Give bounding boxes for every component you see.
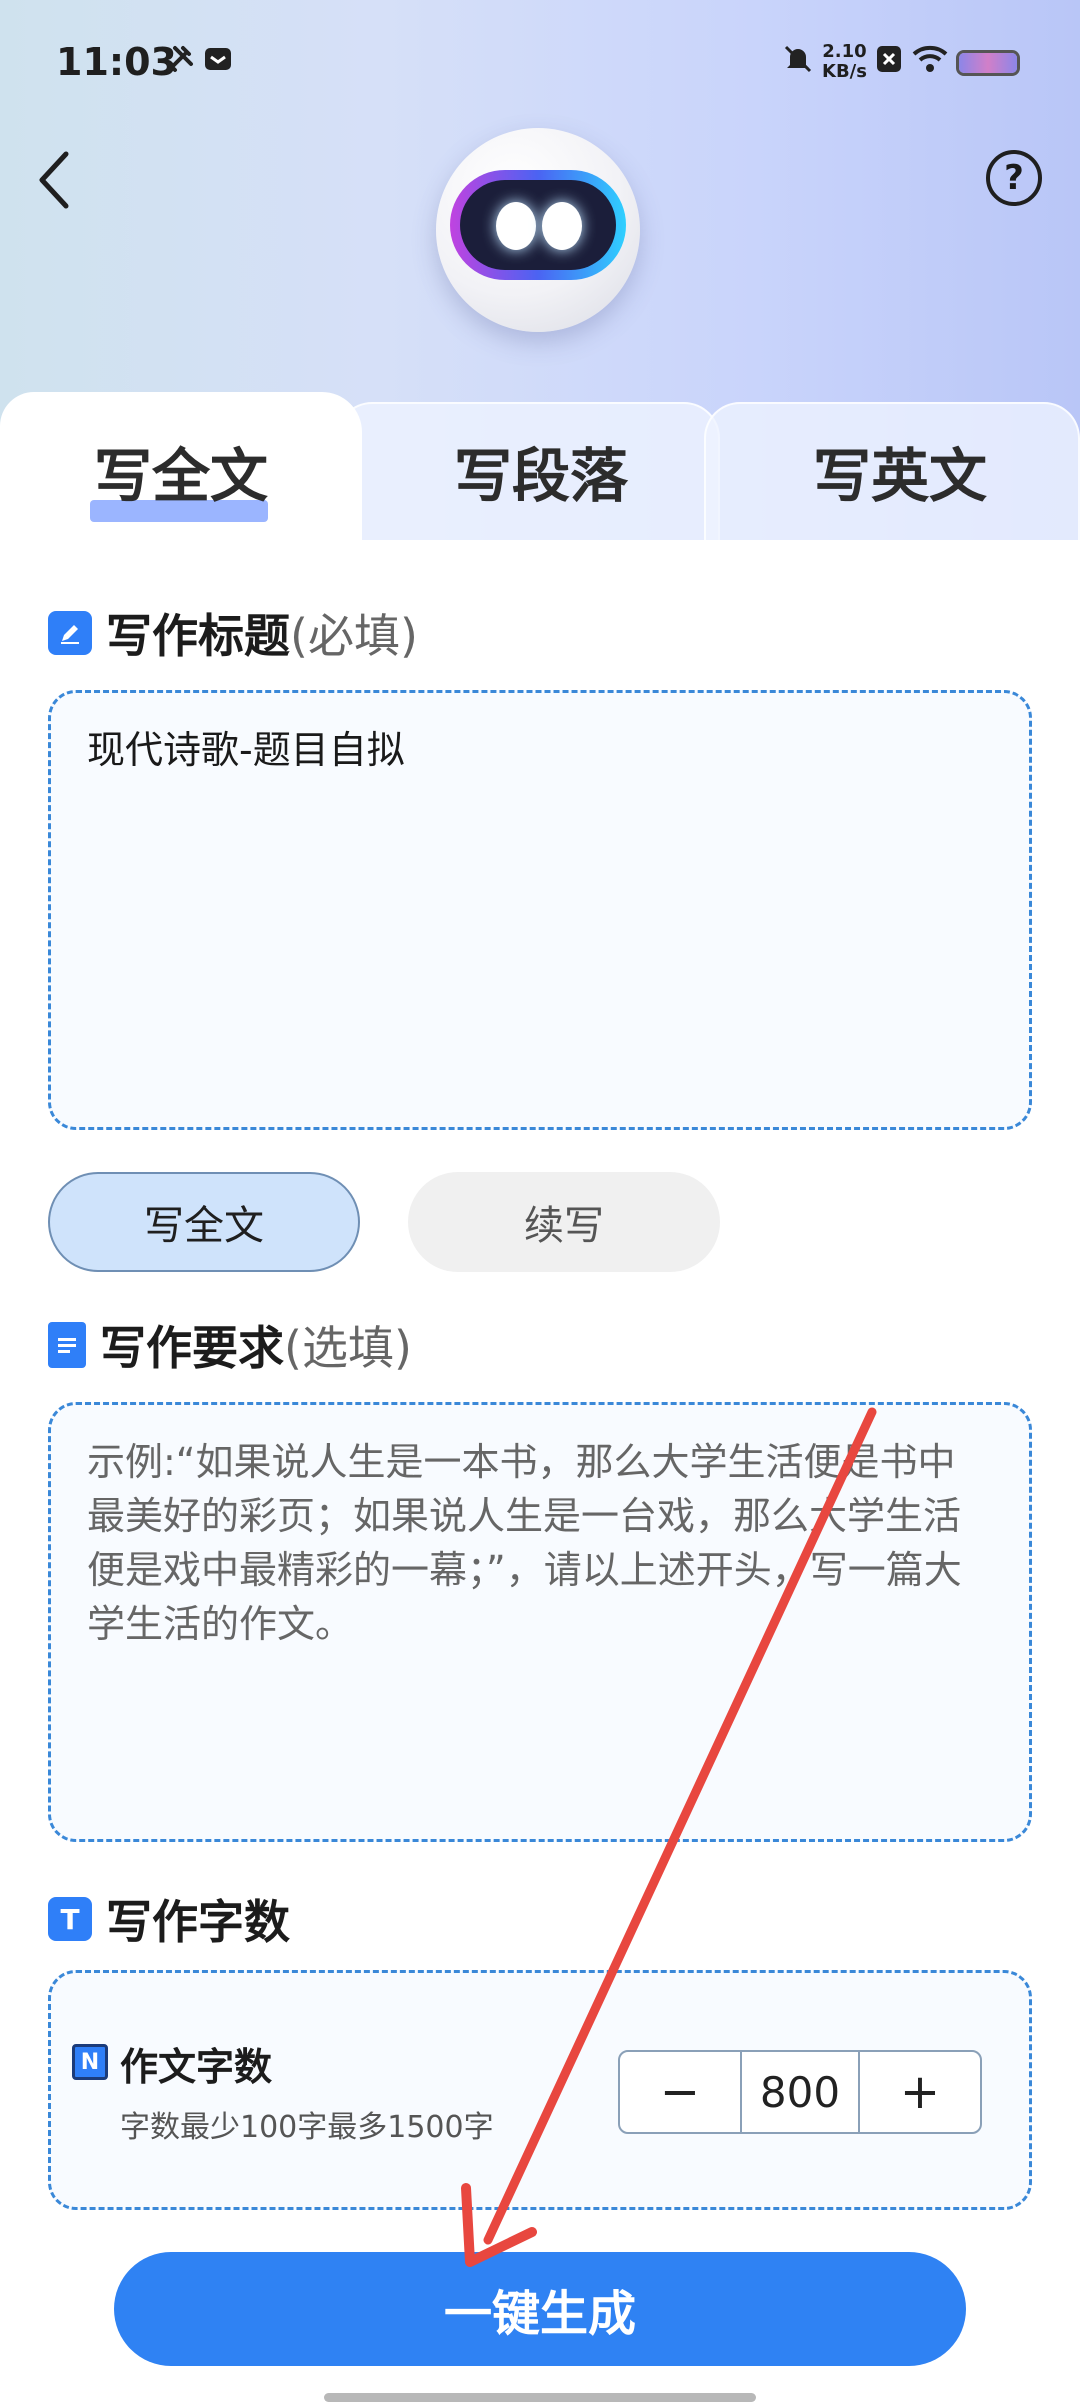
title-input[interactable]: 现代诗歌-题目自拟 <box>48 690 1032 1130</box>
title-section-hint: (必填) <box>290 609 418 663</box>
requirement-section-label: 写作要求 <box>100 1321 284 1375</box>
requirement-input[interactable]: 示例:“如果说人生是一本书，那么大学生活便是书中最美好的彩页；如果说人生是一台戏… <box>48 1402 1032 1842</box>
wifi-icon <box>910 40 950 78</box>
title-section-label: 写作标题 <box>106 609 290 663</box>
mail-icon <box>198 40 238 78</box>
robot-avatar <box>436 128 640 332</box>
decrement-button[interactable]: − <box>620 2052 740 2132</box>
tab-write-english[interactable]: 写英文 <box>720 400 1080 542</box>
battery-icon <box>956 50 1020 76</box>
robot-eye-left <box>496 202 536 250</box>
tab-label: 写英文 <box>812 442 987 510</box>
tools-icon <box>160 40 200 78</box>
requirement-section-hint: (选填) <box>284 1321 412 1375</box>
x-icon <box>872 40 906 78</box>
requirement-placeholder: 示例:“如果说人生是一本书，那么大学生活便是书中最美好的彩页；如果说人生是一台戏… <box>87 1440 962 1646</box>
generate-button-label: 一键生成 <box>443 2286 636 2342</box>
document-icon <box>48 1322 86 1368</box>
increment-button[interactable]: + <box>860 2052 980 2132</box>
mode-button-label: 续写 <box>524 1203 604 1249</box>
network-rate-value: 2.10 <box>822 41 867 62</box>
mode-continue-button[interactable]: 续写 <box>408 1172 720 1272</box>
mode-write-full-button[interactable]: 写全文 <box>48 1172 360 1272</box>
requirement-section-heading: 写作要求 (选填) <box>48 1312 412 1378</box>
word-count-item-label: 作文字数 <box>120 2045 273 2089</box>
mode-button-label: 写全文 <box>144 1203 264 1249</box>
text-t-icon: T <box>48 1897 92 1941</box>
chevron-left-icon <box>39 151 69 209</box>
tab-write-full[interactable]: 写全文 <box>0 400 362 542</box>
home-indicator[interactable] <box>324 2393 756 2402</box>
robot-eye-right <box>542 202 582 250</box>
tab-label: 写段落 <box>453 442 628 510</box>
mute-icon <box>778 40 818 78</box>
title-input-value: 现代诗歌-题目自拟 <box>87 728 405 772</box>
status-bar: 11:03 2.10 KB/s <box>0 0 1080 120</box>
edit-icon <box>48 611 92 655</box>
generate-button[interactable]: 一键生成 <box>114 2252 966 2366</box>
tab-label: 写全文 <box>93 442 268 510</box>
word-count-section-label: 写作字数 <box>106 1895 290 1949</box>
tab-bar: 写全文 写段落 写英文 <box>0 392 1080 562</box>
help-button[interactable]: ? <box>986 150 1042 206</box>
tab-write-paragraph[interactable]: 写段落 <box>362 400 720 542</box>
word-count-section-heading: T 写作字数 <box>48 1886 290 1952</box>
status-time: 11:03 <box>56 40 177 84</box>
back-button[interactable] <box>24 140 84 220</box>
title-section-heading: 写作标题 (必填) <box>48 600 418 666</box>
network-rate-unit: KB/s <box>822 61 867 82</box>
word-count-stepper: − 800 + <box>618 2050 982 2134</box>
robot-visor <box>450 170 626 280</box>
word-count-value[interactable]: 800 <box>740 2052 860 2132</box>
network-rate: 2.10 KB/s <box>822 42 867 82</box>
help-icon: ? <box>1004 158 1024 198</box>
word-count-item-hint: 字数最少100字最多1500字 <box>120 2110 494 2145</box>
word-count-item-icon: N <box>72 2044 108 2080</box>
